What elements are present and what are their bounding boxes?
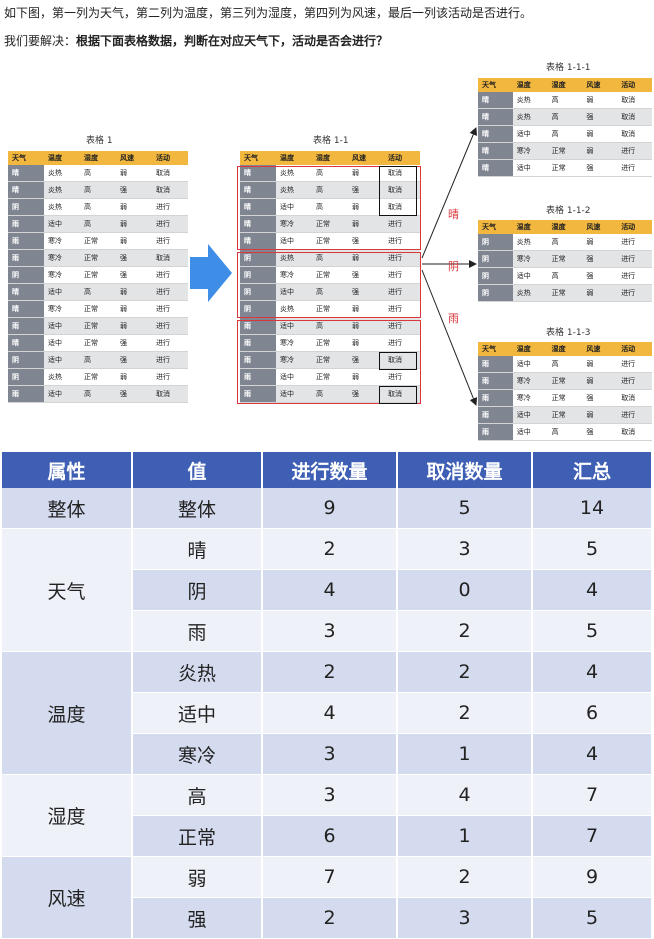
summary-cell: 2 [397,651,533,693]
summary-column-header: 汇总 [532,452,653,488]
summary-cell: 4 [262,692,398,734]
summary-column-header: 属性 [2,452,133,488]
big-blue-arrow [190,244,232,302]
summary-cell: 9 [262,488,398,529]
summary-cell: 晴 [132,528,263,570]
summary-cell: 5 [397,488,533,529]
summary-column-header: 取消数量 [397,452,533,488]
summary-cell: 0 [397,569,533,611]
summary-cell: 阴 [132,569,263,611]
summary-row: 风速弱 7 2 9 [2,856,653,939]
summary-cell: 2 [262,528,398,570]
summary-cell: 适中 [132,692,263,734]
summary-cell: 4 [532,651,653,693]
summary-cell: 9 [532,856,653,898]
summary-attribute-cell: 风速 [2,856,133,939]
summary-cell: 14 [532,488,653,529]
summary-row: 温度 炎热 2 2 4 [2,651,653,775]
summary-cell: 2 [397,692,533,734]
summary-cell: 整体 [132,488,263,529]
summary-cell: 3 [262,610,398,652]
summary-cell: 弱 [132,856,263,898]
summary-cell: 4 [262,569,398,611]
summary-cell: 强 [132,897,263,939]
summary-cell: 3 [397,897,533,939]
summary-cell: 正常 [132,815,263,857]
summary-cell: 6 [532,692,653,734]
summary-cell: 2 [397,856,533,898]
summary-cell: 4 [532,569,653,611]
arrow-to-rain [421,269,478,406]
branch-label-sunny: 晴 [448,208,459,221]
summary-overall-row: 整体 整体 9 5 14 [2,488,653,529]
summary-attribute-cell: 温度 [2,651,133,775]
summary-cell: 2 [262,651,398,693]
summary-cell: 2 [397,610,533,652]
summary-attribute-cell: 湿度 [2,774,133,857]
branch-label-overcast: 阴 [448,260,459,273]
summary-cell: 5 [532,610,653,652]
summary-cell: 1 [397,733,533,775]
summary-cell: 1 [397,815,533,857]
summary-cell: 3 [262,774,398,816]
summary-cell: 4 [397,774,533,816]
summary-cell: 2 [262,897,398,939]
summary-cell: 6 [262,815,398,857]
summary-cell: 3 [397,528,533,570]
summary-cell: 高 [132,774,263,816]
summary-column-header: 值 [132,452,263,488]
summary-table: 属性值进行数量 取消数量 汇总 整体 整体 9 5 14 天气晴 2 3 5 阴 4 0 4 雨 3 2 5 温度 炎热 2… [2,452,653,939]
summary-cell: 寒冷 [132,733,263,775]
summary-cell: 4 [532,733,653,775]
summary-column-header: 进行数量 [262,452,398,488]
summary-attribute-cell: 天气 [2,528,133,652]
summary-cell: 整体 [2,488,133,529]
summary-row: 天气晴 2 3 5 [2,528,653,652]
summary-cell: 7 [262,856,398,898]
summary-cell: 5 [532,528,653,570]
arrow-to-sunny [421,127,478,259]
summary-header-row: 属性值进行数量 取消数量 汇总 [2,452,653,488]
diagram-arrows [190,127,478,406]
summary-cell: 5 [532,897,653,939]
summary-cell: 7 [532,774,653,816]
summary-cell: 雨 [132,610,263,652]
summary-cell: 炎热 [132,651,263,693]
branch-label-rain: 雨 [448,312,459,325]
summary-row: 湿度高 3 4 7 [2,774,653,857]
summary-cell: 3 [262,733,398,775]
summary-cell: 7 [532,815,653,857]
